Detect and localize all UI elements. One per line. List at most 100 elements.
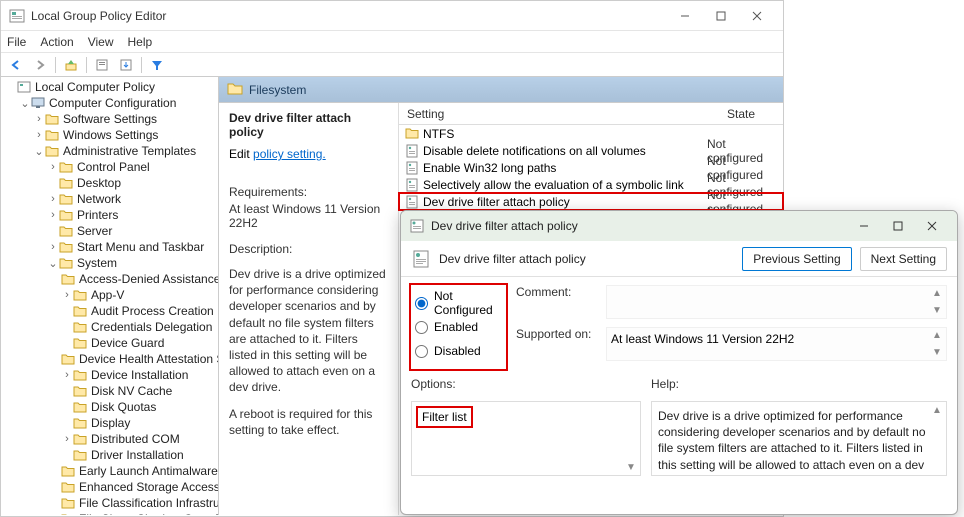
scroll-down-icon[interactable]: ▼ — [626, 462, 638, 473]
comment-label: Comment: — [516, 285, 606, 319]
tree-item[interactable]: Early Launch Antimalware — [1, 463, 218, 479]
supported-label: Supported on: — [516, 327, 606, 361]
minimize-button[interactable] — [667, 3, 703, 29]
tree-item[interactable]: File Share Shadow Copy Pro — [1, 511, 218, 515]
tree-item[interactable]: Display — [1, 415, 218, 431]
scroll-up-icon[interactable]: ▲ — [932, 288, 944, 299]
tree-item[interactable]: Server — [1, 223, 218, 239]
menu-view[interactable]: View — [88, 35, 114, 49]
tree-item[interactable]: ›Start Menu and Taskbar — [1, 239, 218, 255]
tree-item[interactable]: ›Printers — [1, 207, 218, 223]
menu-file[interactable]: File — [7, 35, 26, 49]
folder-icon — [405, 127, 419, 141]
dialog-titlebar: Dev drive filter attach policy — [401, 211, 957, 241]
detail-info: Dev drive filter attach policy Edit poli… — [219, 103, 399, 515]
description-text: Dev drive is a drive optimized for perfo… — [229, 266, 388, 396]
help-column: Help: Dev drive is a drive optimized for… — [651, 377, 947, 476]
menubar: File Action View Help — [1, 31, 783, 53]
tree-item[interactable]: ›Control Panel — [1, 159, 218, 175]
address-bar: Filesystem — [219, 77, 783, 102]
edit-policy-link[interactable]: policy setting. — [253, 147, 326, 161]
options-column: Options: Filter list ▼ — [411, 377, 641, 476]
filter-list-label: Filter list — [418, 408, 471, 426]
address-text: Filesystem — [249, 83, 306, 97]
dialog-lower: Options: Filter list ▼ Help: Dev drive i… — [401, 377, 957, 486]
gpedit-app-icon — [9, 8, 25, 24]
radio-disabled[interactable]: Disabled — [415, 339, 502, 363]
options-label: Options: — [411, 377, 641, 391]
tree-computer-config[interactable]: ⌄Computer Configuration — [1, 95, 218, 111]
dialog-app-icon — [409, 218, 425, 234]
scroll-down-icon[interactable]: ▼ — [932, 347, 944, 358]
filter-button[interactable] — [146, 55, 168, 75]
menu-help[interactable]: Help — [128, 35, 153, 49]
tree-item[interactable]: Desktop — [1, 175, 218, 191]
comment-field[interactable]: ▲▼ — [606, 285, 947, 319]
scroll-up-icon[interactable]: ▲ — [932, 330, 944, 341]
close-button[interactable] — [739, 3, 775, 29]
main-titlebar: Local Group Policy Editor — [1, 1, 783, 31]
tree-item[interactable]: Access-Denied Assistance — [1, 271, 218, 287]
tree-item[interactable]: Driver Installation — [1, 447, 218, 463]
maximize-button[interactable] — [703, 3, 739, 29]
tree-item[interactable]: ›Distributed COM — [1, 431, 218, 447]
main-title: Local Group Policy Editor — [31, 9, 667, 23]
dialog-policy-icon — [411, 249, 431, 269]
previous-setting-button[interactable]: Previous Setting — [742, 247, 851, 271]
policy-icon — [405, 144, 419, 158]
folder-icon — [227, 81, 243, 98]
tree-windows-settings[interactable]: ›Windows Settings — [1, 127, 218, 143]
policy-icon — [405, 178, 419, 192]
export-button[interactable] — [115, 55, 137, 75]
help-label: Help: — [651, 377, 947, 391]
tree-item[interactable]: ⌄System — [1, 255, 218, 271]
up-button[interactable] — [60, 55, 82, 75]
toolbar — [1, 53, 783, 77]
policy-icon — [405, 161, 419, 175]
back-button[interactable] — [5, 55, 27, 75]
tree-item[interactable]: File Classification Infrastruc — [1, 495, 218, 511]
dialog-minimize[interactable] — [847, 213, 881, 239]
requirements-label: Requirements: — [229, 185, 388, 199]
dialog-middle: Not Configured Enabled Disabled Comment:… — [401, 277, 957, 377]
setting-name: Dev drive filter attach policy — [229, 111, 388, 139]
dialog-subheader: Dev drive filter attach policy Previous … — [401, 241, 957, 277]
scroll-up-icon[interactable]: ▲ — [932, 404, 944, 418]
help-box: Dev drive is a drive optimized for perfo… — [651, 401, 947, 476]
description-label: Description: — [229, 242, 388, 256]
tree-item[interactable]: Disk Quotas — [1, 399, 218, 415]
tree-item[interactable]: ›App-V — [1, 287, 218, 303]
col-setting[interactable]: Setting — [399, 107, 699, 121]
dialog-close[interactable] — [915, 213, 949, 239]
tree-item[interactable]: Disk NV Cache — [1, 383, 218, 399]
tree-item[interactable]: Device Guard — [1, 335, 218, 351]
radio-not-configured[interactable]: Not Configured — [415, 291, 502, 315]
requirements-text: At least Windows 11 Version 22H2 — [229, 202, 388, 230]
dialog-kv: Comment: ▲▼ Supported on: At least Windo… — [516, 285, 947, 369]
tree-item[interactable]: Enhanced Storage Access — [1, 479, 218, 495]
policy-dialog: Dev drive filter attach policy Dev drive… — [400, 210, 958, 515]
tree-item[interactable]: ›Device Installation — [1, 367, 218, 383]
reboot-note: A reboot is required for this setting to… — [229, 406, 388, 438]
tree-admin-templates[interactable]: ⌄Administrative Templates — [1, 143, 218, 159]
properties-button[interactable] — [91, 55, 113, 75]
dialog-maximize[interactable] — [881, 213, 915, 239]
radio-group: Not Configured Enabled Disabled — [411, 285, 506, 369]
tree-software-settings[interactable]: ›Software Settings — [1, 111, 218, 127]
tree-item[interactable]: Credentials Delegation — [1, 319, 218, 335]
tree-pane[interactable]: Local Computer Policy⌄Computer Configura… — [1, 77, 219, 515]
next-setting-button[interactable]: Next Setting — [860, 247, 947, 271]
tree-item[interactable]: ›Network — [1, 191, 218, 207]
forward-button[interactable] — [29, 55, 51, 75]
tree-item[interactable]: Audit Process Creation — [1, 303, 218, 319]
radio-enabled[interactable]: Enabled — [415, 315, 502, 339]
options-box: Filter list ▼ — [411, 401, 641, 476]
col-state[interactable]: State — [699, 107, 783, 121]
tree-root[interactable]: Local Computer Policy — [1, 79, 218, 95]
menu-action[interactable]: Action — [40, 35, 73, 49]
policy-icon — [405, 195, 419, 209]
dialog-subtitle: Dev drive filter attach policy — [439, 252, 734, 266]
tree-item[interactable]: Device Health Attestation S — [1, 351, 218, 367]
window-controls — [667, 3, 775, 29]
scroll-down-icon[interactable]: ▼ — [932, 305, 944, 316]
